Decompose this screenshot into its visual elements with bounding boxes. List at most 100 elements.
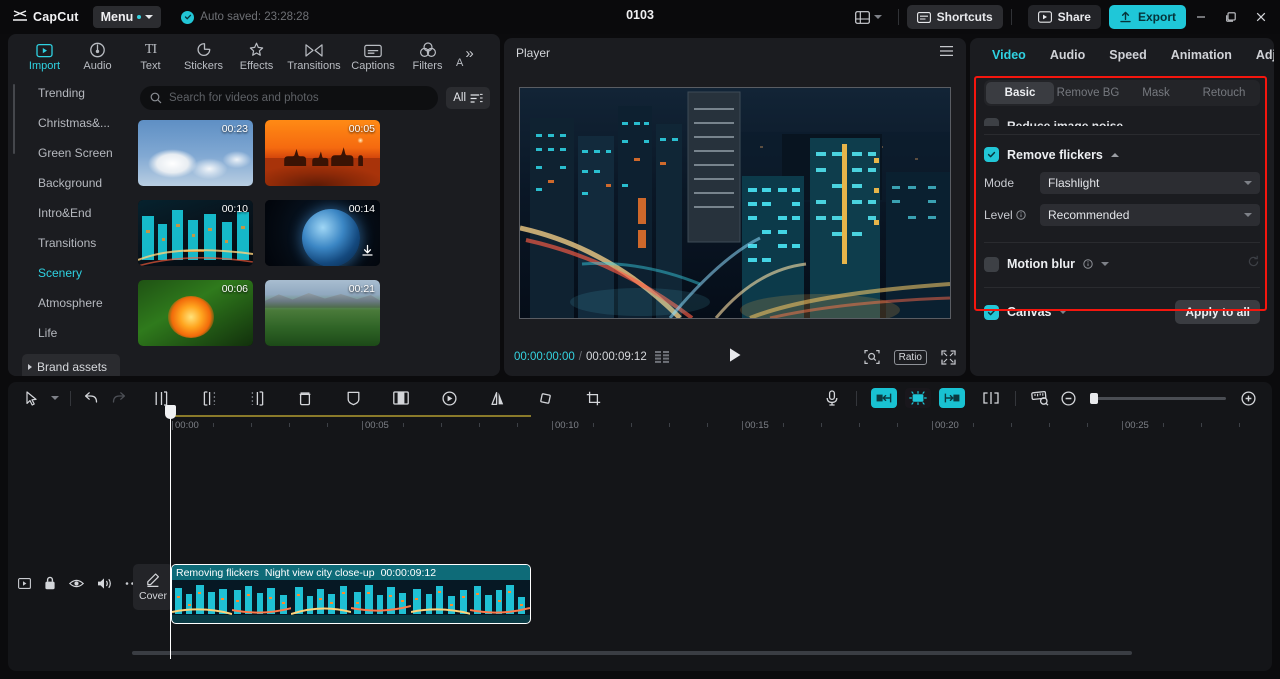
timeline-clip[interactable]: Removing flickers Night view city close-… (171, 564, 531, 624)
video-track-icon[interactable] (18, 577, 31, 589)
split-left-icon[interactable] (195, 386, 223, 410)
apply-to-all-button[interactable]: Apply to all (1175, 300, 1260, 324)
tab-captions[interactable]: Captions (345, 39, 401, 72)
sidebar-item-christmas[interactable]: Christmas&... (8, 108, 130, 138)
subtab-basic[interactable]: Basic (986, 82, 1054, 104)
eye-icon[interactable] (69, 578, 84, 589)
tab-truncated-label[interactable]: A (456, 41, 463, 69)
sidebar-item-transitions[interactable]: Transitions (8, 228, 130, 258)
reset-icon[interactable] (1247, 255, 1260, 273)
timeline-ruler[interactable]: 00:00 00:05 00:10 00:15 00:20 00:25 (8, 414, 1272, 436)
tab-audio[interactable]: Audio (71, 39, 124, 72)
tab-video[interactable]: Video (980, 48, 1038, 62)
tab-text[interactable]: TI Text (124, 39, 177, 72)
tab-animation[interactable]: Animation (1159, 48, 1244, 62)
playhead[interactable] (165, 405, 176, 659)
expand-icon[interactable] (1059, 310, 1068, 314)
tab-speed[interactable]: Speed (1097, 48, 1159, 62)
crop-icon[interactable] (579, 386, 607, 410)
subtab-retouch[interactable]: Retouch (1190, 82, 1258, 104)
microphone-icon[interactable] (818, 386, 846, 410)
sidebar-item-scenery[interactable]: Scenery (8, 258, 130, 288)
split-right-icon[interactable] (243, 386, 271, 410)
media-item-flower[interactable]: 00:06 (138, 280, 253, 346)
media-item-night-city[interactable]: 00:10 (138, 200, 253, 266)
export-button[interactable]: Export (1108, 5, 1186, 29)
mask-icon[interactable] (339, 386, 367, 410)
download-icon[interactable] (361, 244, 374, 262)
sidebar-item-life[interactable]: Life (8, 318, 130, 348)
motion-blur-checkbox[interactable] (984, 256, 999, 272)
sidebar-scrollbar[interactable] (13, 84, 15, 154)
filter-all-button[interactable]: All (446, 87, 490, 109)
tab-filters[interactable]: Filters (401, 39, 454, 72)
lock-icon[interactable] (44, 576, 56, 590)
ruler-zoom-icon[interactable] (1026, 386, 1054, 410)
sidebar-item-atmosphere[interactable]: Atmosphere (8, 288, 130, 318)
volume-icon[interactable] (97, 577, 112, 590)
level-select[interactable]: Recommended (1040, 204, 1260, 226)
hamburger-icon[interactable] (939, 44, 954, 62)
video-preview[interactable] (519, 87, 951, 319)
reduce-noise-checkbox[interactable] (984, 118, 999, 126)
speed-icon[interactable] (435, 386, 463, 410)
snap-left-icon[interactable] (871, 388, 897, 408)
menu-button[interactable]: Menu (92, 6, 162, 28)
fullscreen-button[interactable] (941, 349, 956, 365)
mode-select[interactable]: Flashlight (1040, 172, 1260, 194)
chevron-down-icon[interactable] (46, 386, 64, 410)
ratio-button[interactable]: Ratio (893, 349, 927, 365)
expand-icon[interactable] (1101, 262, 1110, 266)
info-icon[interactable] (1083, 259, 1093, 269)
canvas-checkbox[interactable] (984, 304, 999, 320)
remove-flickers-checkbox[interactable] (984, 147, 999, 162)
info-icon[interactable] (1015, 210, 1026, 220)
media-item-clouds[interactable]: 00:23 (138, 120, 253, 186)
zoom-preview-button[interactable] (864, 349, 880, 365)
snap-right-icon[interactable] (939, 388, 965, 408)
layout-button[interactable] (847, 7, 890, 28)
media-item-desert[interactable]: 00:05 (265, 120, 380, 186)
timeline-horizontal-scrollbar[interactable] (132, 651, 1132, 655)
redo-icon[interactable] (105, 386, 133, 410)
zoom-in-icon[interactable] (1234, 386, 1262, 410)
close-button[interactable] (1246, 2, 1276, 32)
sidebar-item-brand-assets[interactable]: Brand assets (22, 354, 120, 376)
zoom-out-icon[interactable] (1054, 386, 1082, 410)
tab-stickers[interactable]: Stickers (177, 39, 230, 72)
search-box[interactable] (140, 86, 439, 110)
sidebar-item-intro-end[interactable]: Intro&End (8, 198, 130, 228)
share-button[interactable]: Share (1027, 5, 1101, 29)
delete-icon[interactable] (291, 386, 319, 410)
tab-effects[interactable]: Effects (230, 39, 283, 72)
media-item-earth[interactable]: 00:14 (265, 200, 380, 266)
auto-snap-icon[interactable] (905, 388, 931, 408)
tab-transitions[interactable]: Transitions (283, 39, 345, 72)
collapse-icon[interactable] (1110, 152, 1119, 157)
subtab-mask[interactable]: Mask (1122, 82, 1190, 104)
chevron-double-right-icon[interactable]: » (465, 45, 473, 66)
play-button[interactable] (728, 347, 742, 368)
subtab-remove-bg[interactable]: Remove BG (1054, 82, 1122, 104)
sidebar-item-background[interactable]: Background (8, 168, 130, 198)
tab-audio[interactable]: Audio (1038, 48, 1097, 62)
tab-import[interactable]: Import (18, 39, 71, 72)
frames-icon[interactable] (654, 351, 670, 363)
sidebar-item-green-screen[interactable]: Green Screen (8, 138, 130, 168)
rotate-icon[interactable] (531, 386, 559, 410)
sidebar-item-trending[interactable]: Trending (8, 78, 130, 108)
split-adjacent-icon[interactable] (977, 386, 1005, 410)
cover-button[interactable]: Cover (133, 564, 173, 610)
maximize-button[interactable] (1216, 2, 1246, 32)
search-input[interactable] (169, 92, 429, 104)
tab-adjust[interactable]: Adju (1244, 48, 1274, 62)
zoom-slider[interactable] (1090, 392, 1226, 404)
zoom-slider-knob[interactable] (1090, 392, 1098, 404)
select-tool-icon[interactable] (18, 386, 46, 410)
mirror-icon[interactable] (483, 386, 511, 410)
minimize-button[interactable] (1186, 2, 1216, 32)
playhead-grip[interactable] (165, 405, 176, 419)
reduce-image-noise-row[interactable]: Reduce image noise (984, 112, 1260, 126)
shortcuts-button[interactable]: Shortcuts (906, 5, 1003, 29)
freeze-frame-icon[interactable] (387, 386, 415, 410)
